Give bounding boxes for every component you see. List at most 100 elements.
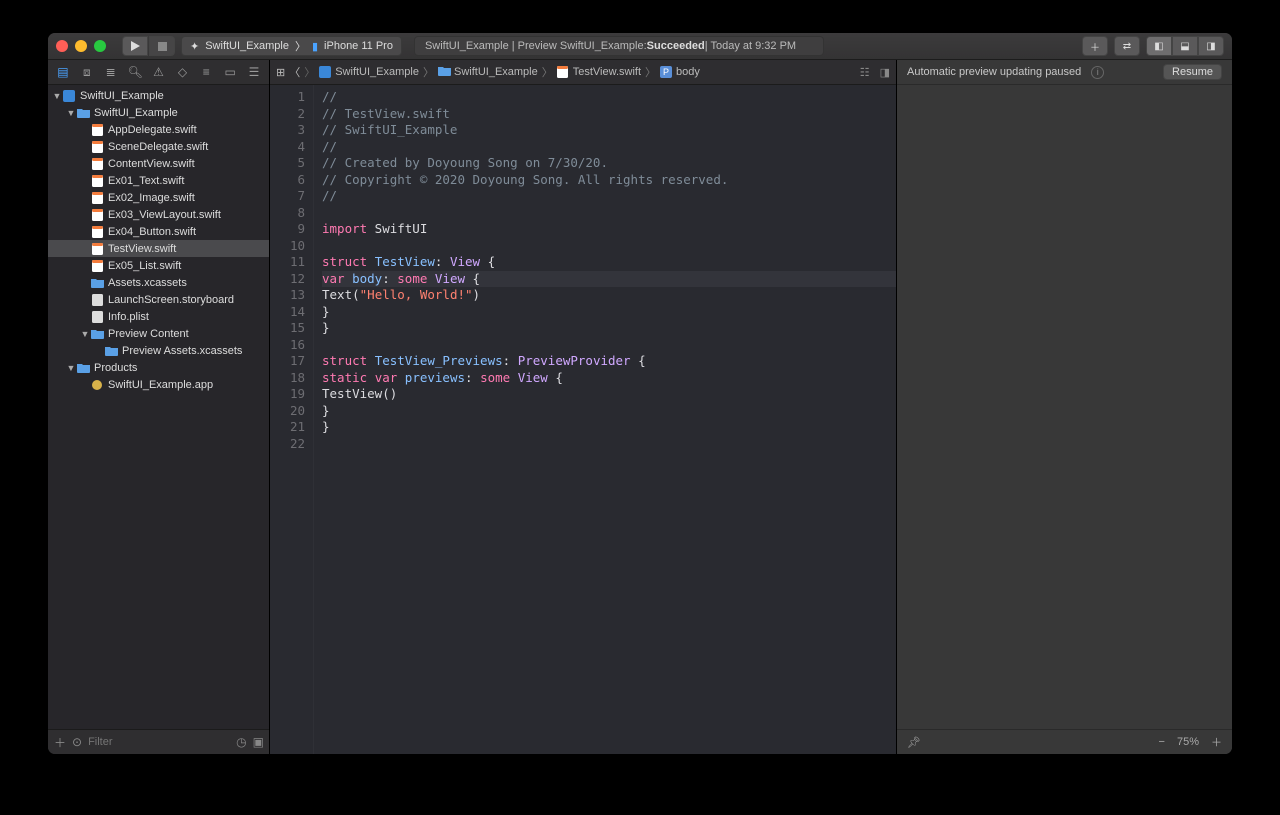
zoom-window[interactable]: [94, 40, 106, 52]
recent-filter-icon[interactable]: ◷: [236, 735, 246, 749]
navigator: ▤ ⧈ ≣ 🔍︎ ⚠︎ ◇ ≡ ▭ ☰ ▼SwiftUI_Example▼Swi…: [48, 60, 270, 754]
code-line[interactable]: [322, 337, 896, 354]
code-line[interactable]: Text("Hello, World!"): [322, 287, 896, 304]
code-token: }: [322, 419, 330, 434]
breadcrumb-item[interactable]: SwiftUI_Example: [319, 66, 419, 78]
symbol-navigator-tab[interactable]: ≣: [104, 65, 118, 79]
source-text[interactable]: //// TestView.swift// SwiftUI_Example///…: [314, 85, 896, 754]
stop-button[interactable]: [149, 36, 175, 56]
scheme-selector[interactable]: ✦ SwiftUI_Example 〉 ▮ iPhone 11 Pro: [181, 36, 402, 56]
toggle-debug-area[interactable]: ⬓: [1172, 36, 1198, 56]
code-line[interactable]: }: [322, 320, 896, 337]
tree-row[interactable]: AppDelegate.swift: [48, 121, 269, 138]
code-line[interactable]: struct TestView: View {: [322, 254, 896, 271]
minimap-toggle[interactable]: ☷: [860, 66, 870, 79]
debug-navigator-tab[interactable]: ≡: [199, 65, 213, 79]
report-navigator-tab[interactable]: ☰: [247, 65, 261, 79]
tree-row-label: AppDelegate.swift: [108, 124, 197, 136]
project-navigator-tab[interactable]: ▤: [56, 65, 70, 79]
tree-row[interactable]: ▼Products: [48, 359, 269, 376]
tree-row[interactable]: Info.plist: [48, 308, 269, 325]
disclosure-triangle-icon[interactable]: ▼: [66, 363, 76, 373]
tree-row[interactable]: Ex04_Button.swift: [48, 223, 269, 240]
scm-filter-icon[interactable]: ▣: [253, 735, 264, 749]
info-icon[interactable]: i: [1091, 66, 1104, 79]
pin-preview-icon[interactable]: 📌︎: [907, 736, 921, 749]
code-line[interactable]: //: [322, 139, 896, 156]
tree-row[interactable]: Ex02_Image.swift: [48, 189, 269, 206]
code-line[interactable]: // TestView.swift: [322, 106, 896, 123]
code-line[interactable]: // SwiftUI_Example: [322, 122, 896, 139]
run-button[interactable]: [122, 36, 148, 56]
line-number: 2: [270, 106, 305, 123]
code-line[interactable]: // Created by Doyoung Song on 7/30/20.: [322, 155, 896, 172]
adjust-editor-options[interactable]: ◨: [880, 66, 890, 79]
minimize-window[interactable]: [75, 40, 87, 52]
zoom-out[interactable]: −: [1159, 736, 1165, 748]
filter-input[interactable]: [88, 736, 230, 748]
tree-row[interactable]: ▼SwiftUI_Example: [48, 104, 269, 121]
asset-icon: [90, 277, 104, 289]
breadcrumb-item[interactable]: Pbody: [660, 66, 700, 78]
code-line[interactable]: TestView(): [322, 386, 896, 403]
breadcrumb-item[interactable]: TestView.swift: [557, 66, 641, 78]
code-review-button[interactable]: ⇄: [1114, 36, 1140, 56]
tree-row[interactable]: Ex05_List.swift: [48, 257, 269, 274]
breakpoint-navigator-tab[interactable]: ▭: [223, 65, 237, 79]
go-forward[interactable]: 〉: [304, 64, 315, 80]
code-token: // Created by Doyoung Song on 7/30/20.: [322, 155, 608, 170]
code-line[interactable]: [322, 238, 896, 255]
code-line[interactable]: [322, 436, 896, 453]
tree-row[interactable]: LaunchScreen.storyboard: [48, 291, 269, 308]
issue-navigator-tab[interactable]: ⚠︎: [152, 65, 166, 79]
toggle-inspectors[interactable]: ◨: [1198, 36, 1224, 56]
find-navigator-tab[interactable]: 🔍︎: [128, 65, 142, 79]
library-button[interactable]: ＋: [1082, 36, 1108, 56]
tree-row[interactable]: ▼SwiftUI_Example: [48, 87, 269, 104]
tree-row[interactable]: Ex03_ViewLayout.swift: [48, 206, 269, 223]
code-line[interactable]: //: [322, 188, 896, 205]
line-number: 20: [270, 403, 305, 420]
code-line[interactable]: }: [322, 419, 896, 436]
breadcrumb[interactable]: SwiftUI_Example〉SwiftUI_Example〉TestView…: [319, 64, 700, 80]
line-number: 6: [270, 172, 305, 189]
resume-button[interactable]: Resume: [1163, 64, 1222, 80]
code-line[interactable]: var body: some View {: [322, 271, 896, 288]
tree-row[interactable]: Preview Assets.xcassets: [48, 342, 269, 359]
code-line[interactable]: // Copyright © 2020 Doyoung Song. All ri…: [322, 172, 896, 189]
tree-row[interactable]: ▼Preview Content: [48, 325, 269, 342]
blue-icon: [62, 90, 76, 102]
tree-row[interactable]: SwiftUI_Example.app: [48, 376, 269, 393]
toggle-navigator[interactable]: ◧: [1146, 36, 1172, 56]
tree-row[interactable]: ContentView.swift: [48, 155, 269, 172]
test-navigator-tab[interactable]: ◇: [176, 65, 190, 79]
preview-canvas[interactable]: [897, 85, 1232, 729]
breadcrumb-item[interactable]: SwiftUI_Example: [438, 66, 538, 78]
tree-row[interactable]: Ex01_Text.swift: [48, 172, 269, 189]
go-back[interactable]: 〈: [289, 64, 300, 80]
close-window[interactable]: [56, 40, 68, 52]
related-items-icon[interactable]: ⊞: [276, 66, 285, 79]
swift-icon: [90, 243, 104, 255]
code-line[interactable]: struct TestView_Previews: PreviewProvide…: [322, 353, 896, 370]
tree-row-label: SceneDelegate.swift: [108, 141, 208, 153]
code-area[interactable]: 12345678910111213141516171819202122 ////…: [270, 85, 896, 754]
tree-row[interactable]: SceneDelegate.swift: [48, 138, 269, 155]
disclosure-triangle-icon[interactable]: ▼: [80, 329, 90, 339]
source-control-tab[interactable]: ⧈: [80, 65, 94, 80]
tree-row[interactable]: TestView.swift: [48, 240, 269, 257]
code-line[interactable]: static var previews: some View {: [322, 370, 896, 387]
file-tree[interactable]: ▼SwiftUI_Example▼SwiftUI_Example AppDeleg…: [48, 85, 269, 729]
code-line[interactable]: import SwiftUI: [322, 221, 896, 238]
add-button[interactable]: ＋: [54, 734, 66, 751]
code-line[interactable]: [322, 205, 896, 222]
zoom-in[interactable]: ＋: [1211, 734, 1222, 750]
code-line[interactable]: }: [322, 304, 896, 321]
tree-row[interactable]: Assets.xcassets: [48, 274, 269, 291]
disclosure-triangle-icon[interactable]: ▼: [66, 108, 76, 118]
code-line[interactable]: //: [322, 89, 896, 106]
swift-icon: [90, 260, 104, 272]
activity-status[interactable]: SwiftUI_Example | Preview SwiftUI_Exampl…: [414, 36, 824, 56]
disclosure-triangle-icon[interactable]: ▼: [52, 91, 62, 101]
code-line[interactable]: }: [322, 403, 896, 420]
